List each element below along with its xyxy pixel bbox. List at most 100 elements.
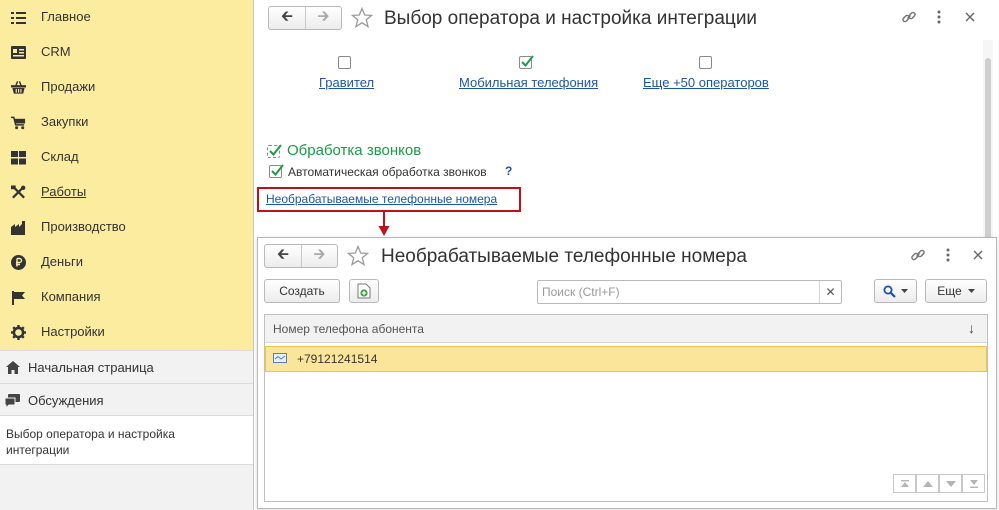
section-works[interactable]: Работы (0, 175, 253, 210)
more-button[interactable]: Еще (925, 279, 987, 303)
section-label: CRM (41, 44, 71, 59)
sort-arrow-icon[interactable]: ↓ (968, 320, 975, 336)
nav-buttons: 🡰 🡲 (268, 6, 342, 30)
chevron-up-icon (922, 480, 933, 487)
close-icon[interactable] (961, 8, 979, 26)
link-icon[interactable] (900, 8, 918, 26)
unprocessed-numbers-link[interactable]: Необрабатываемые телефонные номера (266, 192, 497, 206)
column-header-phone[interactable]: Номер телефона абонента (273, 322, 424, 336)
nav-label: Обсуждения (28, 393, 104, 408)
contacts-icon (11, 45, 26, 60)
ruble-icon (11, 255, 26, 270)
record-icon (273, 353, 287, 363)
home-icon (5, 360, 20, 375)
section-label: Склад (41, 149, 79, 164)
scroll-down-button[interactable] (939, 474, 962, 493)
search-options-button[interactable] (874, 279, 917, 303)
chevron-down-icon (901, 289, 908, 293)
section-label: Закупки (41, 114, 89, 129)
nav-discussions[interactable]: Обсуждения (0, 383, 253, 416)
scroll-to-bottom-button[interactable] (962, 474, 985, 493)
checkmark-icon (521, 55, 534, 68)
close-icon: ✕ (825, 285, 836, 299)
list-icon (11, 10, 26, 25)
section-label: Работы (41, 184, 87, 199)
arrow-right-icon: 🡲 (317, 7, 330, 25)
back-button[interactable]: 🡰 (269, 7, 305, 29)
window-title: Необрабатываемые телефонные номера (381, 246, 747, 267)
section-label: Настройки (41, 324, 105, 339)
sidebar-footer (0, 464, 253, 510)
operator-link-mobile[interactable]: Мобильная телефония (459, 75, 598, 90)
scroll-to-top-button[interactable] (893, 474, 916, 493)
clear-search-button[interactable]: ✕ (819, 281, 841, 303)
cart-icon (11, 115, 26, 130)
first-page-icon (900, 479, 909, 487)
more-button-label: Еще (937, 284, 962, 298)
checkmark-icon (269, 144, 282, 157)
back-button[interactable]: 🡰 (265, 245, 301, 267)
last-page-icon (969, 479, 978, 488)
section-label: Деньги (41, 254, 83, 269)
chat-icon (5, 393, 20, 408)
arrow-right-icon: 🡲 (313, 245, 326, 263)
section-purchases[interactable]: Закупки (0, 105, 253, 140)
sidebar: Главное CRM Продажи Закупки Склад Работы… (0, 0, 254, 510)
section-label: Главное (41, 9, 91, 24)
arrow-left-icon: 🡰 (276, 245, 290, 263)
forward-button[interactable]: 🡲 (305, 7, 341, 29)
basket-icon (11, 80, 26, 95)
sections-panel: Главное CRM Продажи Закупки Склад Работы… (0, 0, 253, 350)
nav-label: Начальная страница (28, 360, 154, 375)
search-input[interactable] (538, 281, 818, 303)
section-company[interactable]: Компания (0, 280, 253, 315)
add-document-icon (357, 283, 371, 299)
close-icon[interactable] (969, 246, 987, 264)
table-header: Номер телефона абонента ↓ (265, 315, 987, 343)
open-windows-list: Выбор оператора и настройка интеграции (0, 415, 253, 465)
auto-processing-label: Автоматическая обработка звонков (288, 165, 487, 179)
create-button[interactable]: Создать (264, 279, 340, 303)
nav-home-page[interactable]: Начальная страница (0, 350, 253, 383)
operator-checkbox-mobile[interactable] (519, 55, 534, 69)
operator-link-more[interactable]: Еще +50 операторов (643, 75, 769, 90)
section-warehouse[interactable]: Склад (0, 140, 253, 175)
scrollbar[interactable] (983, 40, 993, 250)
call-processing-checkbox[interactable] (267, 144, 282, 158)
nav-buttons: 🡰 🡲 (264, 244, 338, 268)
section-production[interactable]: Производство (0, 210, 253, 245)
section-label: Продажи (41, 79, 96, 94)
section-sales[interactable]: Продажи (0, 70, 253, 105)
section-main[interactable]: Главное (0, 0, 253, 35)
operator-checkbox-gravitel[interactable] (338, 56, 351, 69)
section-crm[interactable]: CRM (0, 35, 253, 70)
warehouse-icon (11, 150, 26, 165)
auto-processing-checkbox[interactable] (269, 164, 284, 178)
scroll-up-button[interactable] (916, 474, 939, 493)
numbers-table: Номер телефона абонента ↓ +79121241514 (264, 314, 988, 502)
add-copy-button[interactable] (349, 279, 379, 303)
chevron-down-icon (967, 289, 975, 293)
checkmark-icon (271, 164, 284, 177)
help-mark[interactable]: ? (505, 164, 512, 178)
scroll-thumb[interactable] (985, 58, 991, 248)
section-settings[interactable]: Настройки (0, 315, 253, 350)
favorite-star-icon[interactable] (351, 7, 373, 29)
section-label: Производство (41, 219, 126, 234)
tools-icon (11, 185, 26, 200)
phone-number-cell: +79121241514 (297, 352, 378, 366)
favorite-star-icon[interactable] (347, 245, 369, 267)
forward-button[interactable]: 🡲 (301, 245, 337, 267)
factory-icon (11, 220, 26, 235)
call-processing-group-title: Обработка звонков (287, 142, 422, 159)
section-money[interactable]: Деньги (0, 245, 253, 280)
operator-checkbox-more[interactable] (699, 56, 712, 69)
open-window-entry[interactable]: Выбор оператора и настройка интеграции (6, 426, 241, 458)
more-vertical-icon[interactable] (930, 8, 948, 26)
more-vertical-icon[interactable] (939, 246, 957, 264)
section-label: Компания (41, 289, 101, 304)
table-row[interactable]: +79121241514 (265, 346, 987, 372)
link-icon[interactable] (909, 246, 927, 264)
search-icon (883, 285, 896, 298)
operator-link-gravitel[interactable]: Гравител (319, 75, 374, 90)
